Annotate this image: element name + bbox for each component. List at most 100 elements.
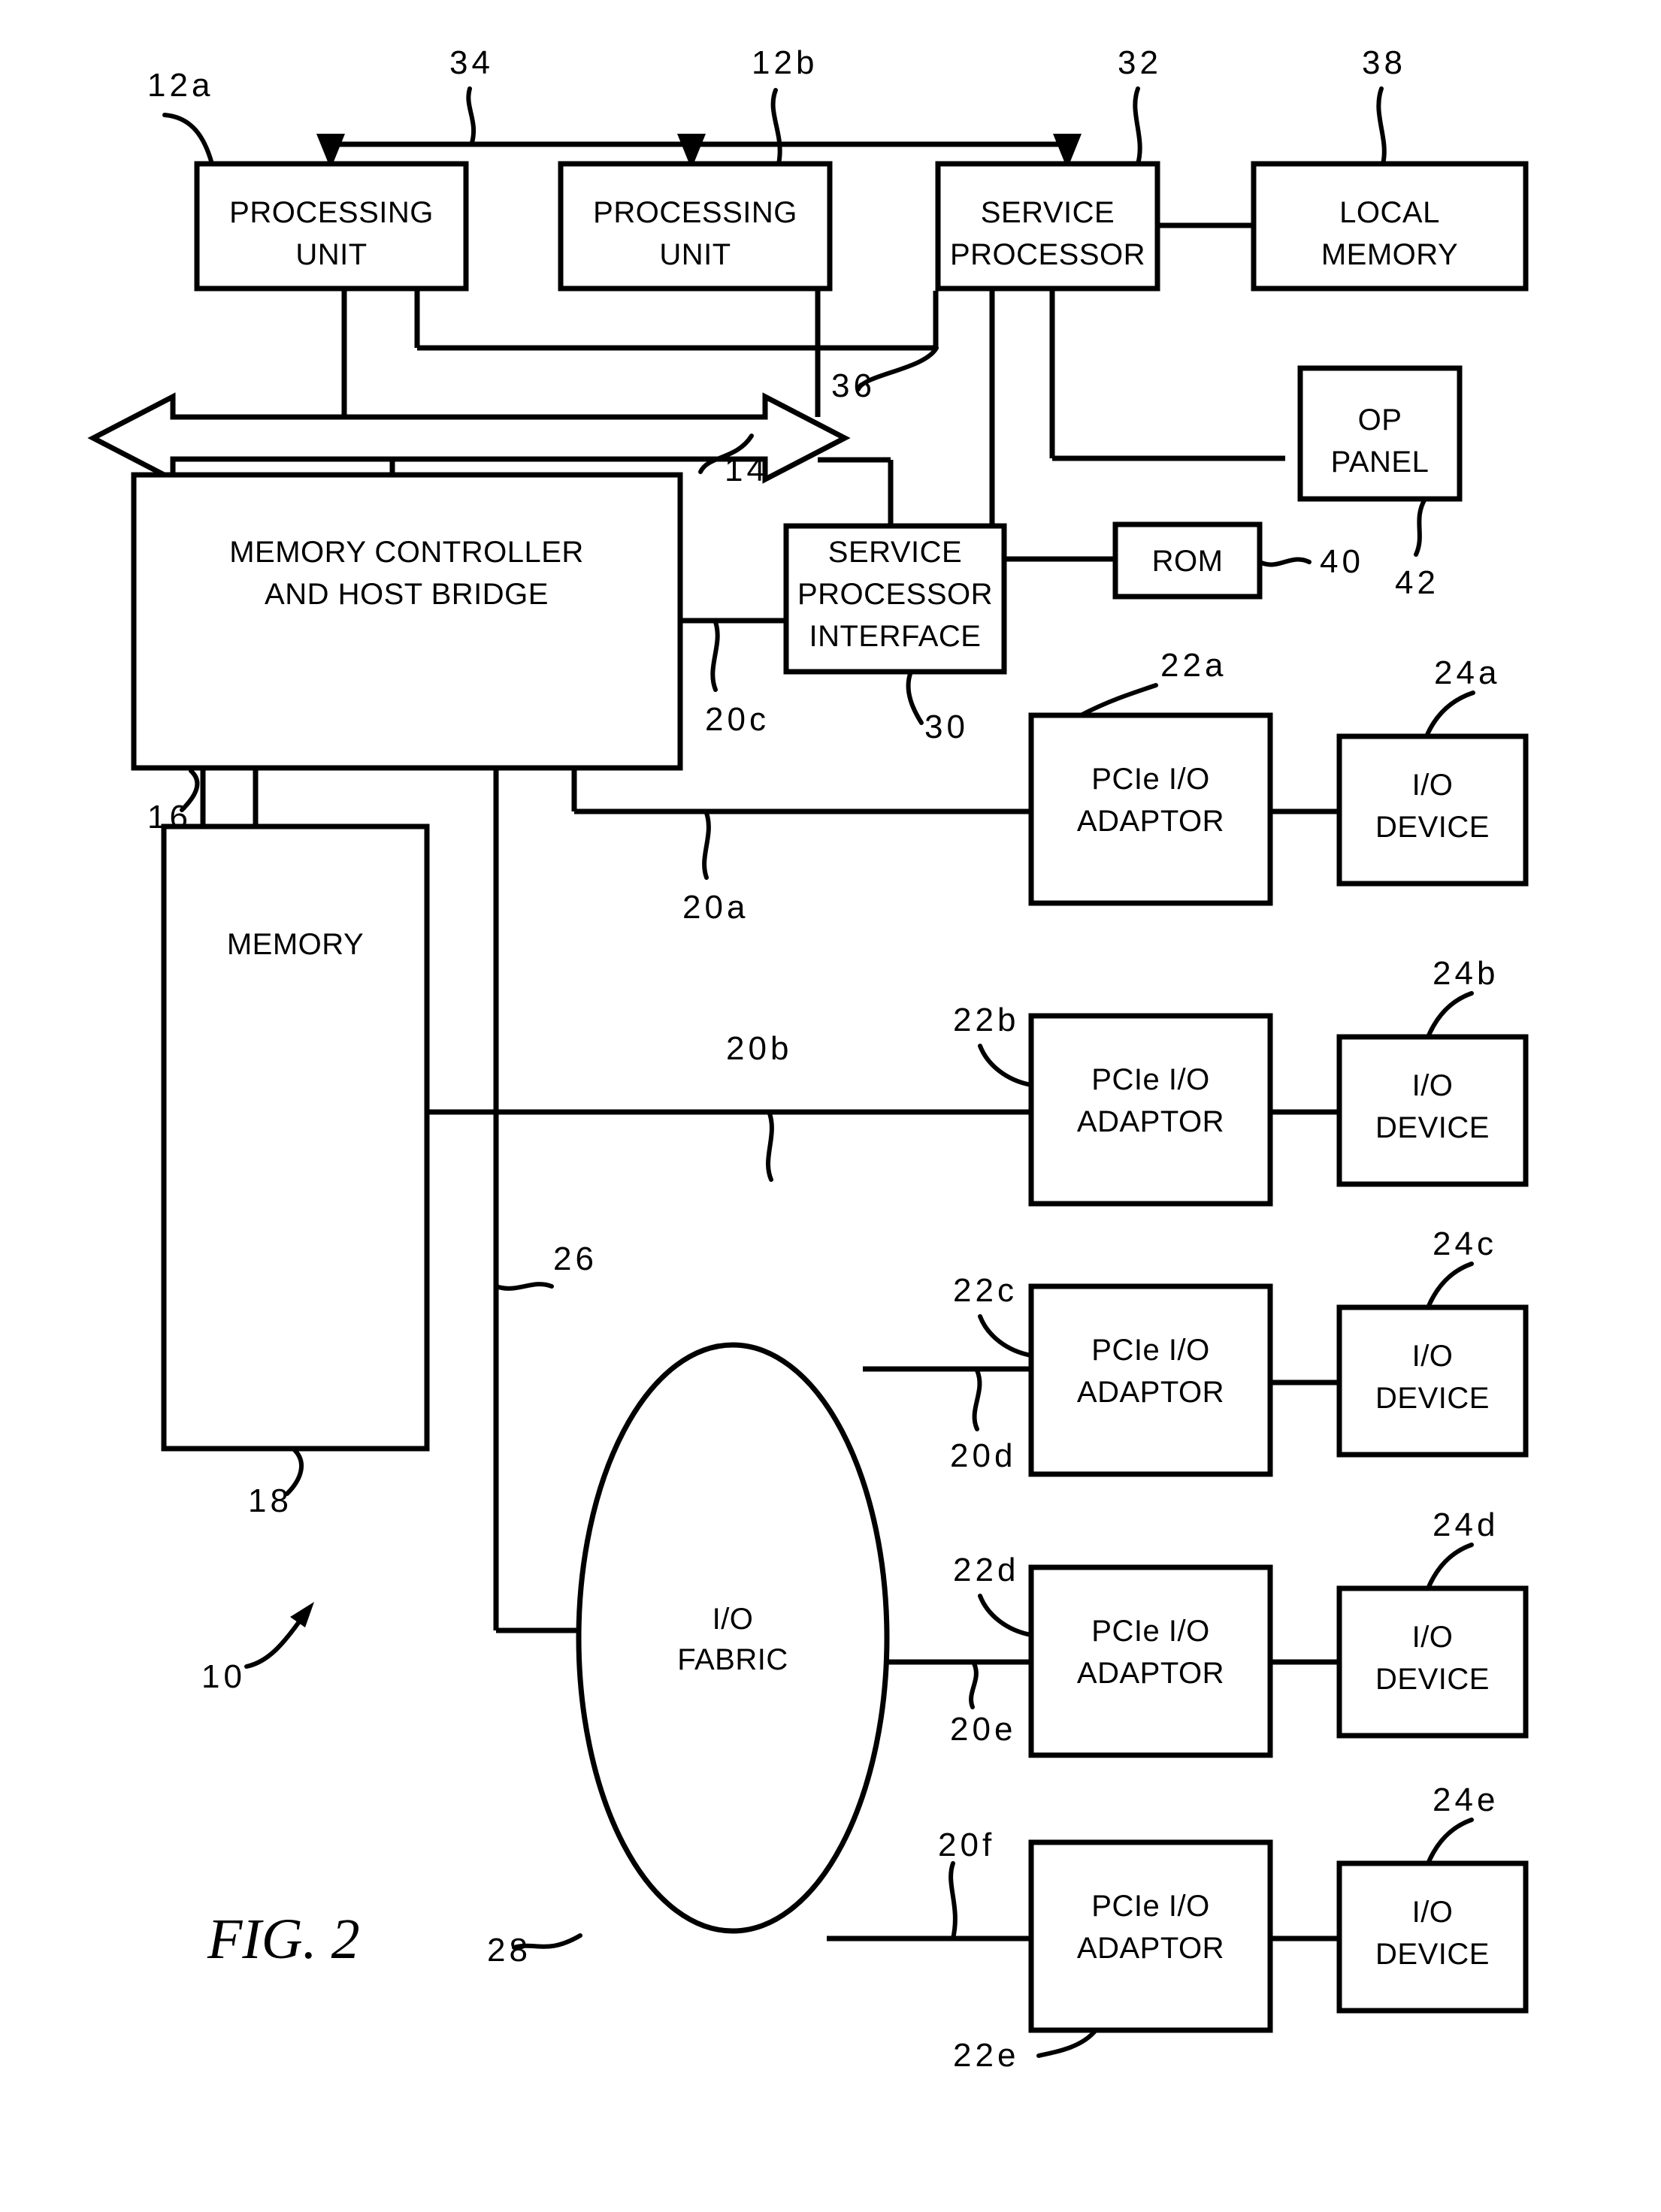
ref-label-22e: 22e: [953, 2037, 1019, 2074]
leader-30: [906, 669, 924, 725]
service-processor-label-line2: PROCESSOR: [950, 238, 1145, 271]
leader-40: [1257, 557, 1312, 567]
ref-label-32: 32: [1118, 44, 1162, 81]
leader-42: [1414, 497, 1427, 557]
block-local-memory[interactable]: LOCAL MEMORY: [1251, 161, 1529, 292]
leader-20b: [766, 1111, 774, 1182]
block-io-device-a[interactable]: I/O DEVICE: [1336, 733, 1529, 887]
ref-label-16: 16: [147, 799, 192, 836]
leader-26: [494, 1282, 554, 1291]
spi-label-line3: INTERFACE: [809, 620, 982, 653]
io-device-c-label-line1: I/O: [1412, 1340, 1454, 1373]
pcie-adaptor-a-label-line1: PCIe I/O: [1091, 763, 1209, 796]
ref-label-12b: 12b: [752, 44, 818, 81]
leader-32: [1133, 86, 1142, 166]
memory-rect[interactable]: [161, 823, 430, 1452]
block-io-device-c[interactable]: I/O DEVICE: [1336, 1304, 1529, 1458]
leader-24b: [1426, 991, 1474, 1039]
leader-24c: [1426, 1262, 1474, 1310]
service-processor-label-line1: SERVICE: [981, 196, 1115, 229]
block-pcie-io-adaptor-e[interactable]: PCIe I/O ADAPTOR: [1028, 1839, 1273, 2033]
block-pcie-io-adaptor-d[interactable]: PCIe I/O ADAPTOR: [1028, 1564, 1273, 1758]
memory-controller-rect[interactable]: [131, 472, 683, 771]
pcie-adaptor-d-label-line2: ADAPTOR: [1077, 1657, 1224, 1690]
io-device-c-rect[interactable]: [1336, 1304, 1529, 1458]
leader-24e: [1426, 1818, 1474, 1866]
io-fabric-group[interactable]: I/O FABRIC: [576, 1342, 890, 1934]
processing-unit-b-label-line1: PROCESSING: [593, 196, 797, 229]
leader-22b: [978, 1044, 1033, 1087]
ref-label-20d: 20d: [950, 1437, 1016, 1474]
leader-20e: [969, 1661, 979, 1709]
block-io-device-b[interactable]: I/O DEVICE: [1336, 1034, 1529, 1187]
ref-label-18: 18: [248, 1482, 292, 1519]
leader-22c: [978, 1314, 1033, 1358]
io-fabric-ellipse[interactable]: [576, 1342, 890, 1934]
io-device-e-rect[interactable]: [1336, 1860, 1529, 2014]
ref-label-12a: 12a: [147, 67, 213, 104]
ref-label-36: 36: [831, 367, 876, 404]
local-memory-label-line2: MEMORY: [1321, 238, 1458, 271]
ref-label-42: 42: [1395, 564, 1439, 601]
block-io-device-d[interactable]: I/O DEVICE: [1336, 1585, 1529, 1739]
io-device-b-label-line1: I/O: [1412, 1069, 1454, 1102]
leader-12b: [770, 88, 782, 166]
pcie-adaptor-c-label-line1: PCIe I/O: [1091, 1334, 1209, 1367]
leader-24d: [1426, 1543, 1474, 1591]
memory-controller-label-line1: MEMORY CONTROLLER: [229, 536, 584, 569]
ref-label-22a: 22a: [1160, 647, 1227, 684]
memory-controller-label-line2: AND HOST BRIDGE: [265, 578, 549, 611]
arrowhead-10: [290, 1602, 314, 1627]
ref-label-38: 38: [1362, 44, 1406, 81]
diagram-canvas: I/O FABRIC PROCESSING UNIT PROCESSING UN…: [87, 44, 1529, 2074]
ref-label-20c: 20c: [705, 701, 770, 738]
ref-label-34: 34: [449, 44, 494, 81]
io-fabric-label-line1: I/O: [713, 1603, 754, 1636]
leader-20d: [972, 1368, 982, 1431]
leader-12a: [162, 113, 214, 166]
io-device-a-rect[interactable]: [1336, 733, 1529, 887]
block-processing-unit-b[interactable]: PROCESSING UNIT: [558, 161, 833, 292]
ref-label-20f: 20f: [938, 1827, 995, 1863]
block-io-device-e[interactable]: I/O DEVICE: [1336, 1860, 1529, 2014]
processing-unit-a-label-line1: PROCESSING: [229, 196, 434, 229]
block-memory[interactable]: MEMORY: [161, 823, 430, 1452]
processing-unit-a-label-line2: UNIT: [295, 238, 367, 271]
spi-label-line1: SERVICE: [828, 536, 962, 569]
rom-label: ROM: [1152, 545, 1224, 578]
leader-34: [466, 86, 477, 145]
io-device-b-rect[interactable]: [1336, 1034, 1529, 1187]
ref-label-10: 10: [201, 1658, 246, 1695]
leader-10: [244, 1613, 306, 1669]
ref-label-24c: 24c: [1433, 1225, 1497, 1262]
op-panel-label-line1: OP: [1358, 403, 1402, 437]
pcie-adaptor-e-label-line1: PCIe I/O: [1091, 1890, 1209, 1923]
ref-label-22b: 22b: [953, 1002, 1019, 1038]
leader-22d: [978, 1594, 1033, 1637]
leader-20f: [948, 1861, 958, 1941]
block-memory-controller-host-bridge[interactable]: MEMORY CONTROLLER AND HOST BRIDGE: [131, 472, 683, 771]
leader-20c: [710, 620, 720, 692]
leader-38: [1376, 86, 1387, 166]
figure-caption: FIG. 2: [207, 1908, 360, 1971]
ref-label-28: 28: [487, 1932, 531, 1969]
ref-label-20e: 20e: [950, 1711, 1016, 1748]
block-pcie-io-adaptor-b[interactable]: PCIe I/O ADAPTOR: [1028, 1013, 1273, 1207]
pcie-adaptor-b-label-line2: ADAPTOR: [1077, 1105, 1224, 1138]
block-processing-unit-a[interactable]: PROCESSING UNIT: [194, 161, 469, 292]
io-device-e-label-line1: I/O: [1412, 1896, 1454, 1929]
block-pcie-io-adaptor-a[interactable]: PCIe I/O ADAPTOR: [1028, 712, 1273, 906]
leader-22a: [1079, 683, 1158, 718]
io-device-d-rect[interactable]: [1336, 1585, 1529, 1739]
block-pcie-io-adaptor-c[interactable]: PCIe I/O ADAPTOR: [1028, 1283, 1273, 1477]
io-device-a-label-line1: I/O: [1412, 769, 1454, 802]
memory-label: MEMORY: [227, 928, 364, 961]
block-service-processor-interface[interactable]: SERVICE PROCESSOR INTERFACE: [783, 523, 1007, 675]
leader-22e: [1036, 2028, 1098, 2058]
ref-label-22c: 22c: [953, 1272, 1018, 1309]
block-service-processor[interactable]: SERVICE PROCESSOR: [935, 161, 1160, 292]
ref-label-40: 40: [1320, 543, 1364, 580]
block-op-panel[interactable]: OP PANEL: [1297, 365, 1463, 502]
ref-label-24b: 24b: [1433, 955, 1499, 992]
block-rom[interactable]: ROM: [1112, 521, 1263, 600]
